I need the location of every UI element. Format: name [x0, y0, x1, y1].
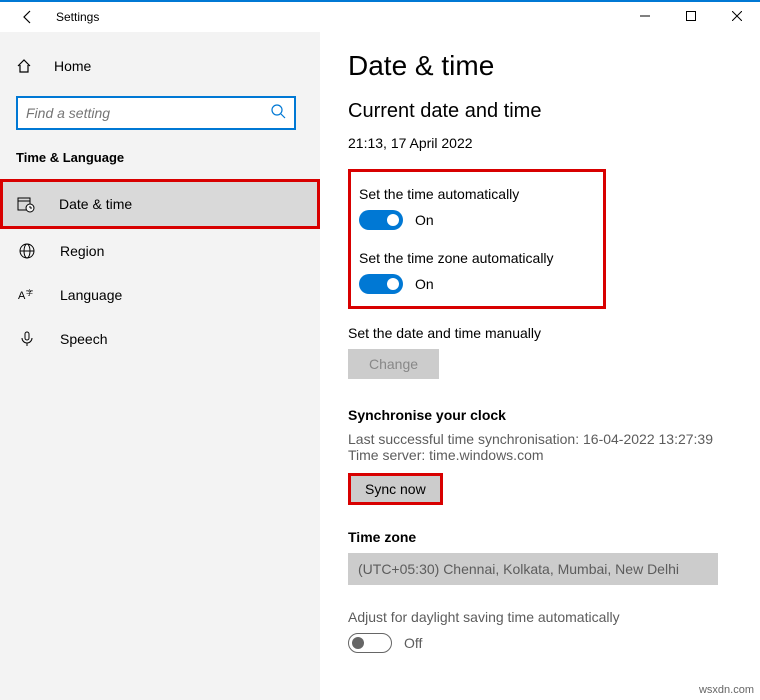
home-label: Home	[54, 58, 91, 74]
auto-zone-value: On	[415, 276, 434, 292]
current-datetime: 21:13, 17 April 2022	[348, 135, 732, 151]
close-button[interactable]	[714, 0, 760, 32]
nav-label: Date & time	[59, 196, 132, 212]
home-icon	[16, 58, 32, 74]
globe-icon	[16, 242, 38, 260]
sync-title: Synchronise your clock	[348, 407, 732, 423]
calendar-clock-icon	[15, 195, 37, 213]
dst-label: Adjust for daylight saving time automati…	[348, 609, 732, 625]
auto-settings-group: Set the time automatically On Set the ti…	[348, 169, 606, 309]
svg-text:A: A	[18, 290, 26, 302]
window-title: Settings	[56, 10, 99, 24]
auto-time-value: On	[415, 212, 434, 228]
microphone-icon	[16, 330, 38, 348]
main-content: Date & time Current date and time 21:13,…	[320, 32, 760, 700]
nav-label: Language	[60, 287, 122, 303]
time-server-text: Time server: time.windows.com	[348, 447, 732, 463]
dst-value: Off	[404, 635, 422, 651]
sidebar: Home Time & Language Date & time Region	[0, 32, 320, 700]
timezone-title: Time zone	[348, 529, 732, 545]
change-button: Change	[348, 349, 439, 379]
last-sync-text: Last successful time synchronisation: 16…	[348, 431, 732, 447]
manual-label: Set the date and time manually	[348, 325, 732, 341]
home-nav[interactable]: Home	[0, 48, 320, 84]
svg-text:字: 字	[26, 288, 33, 297]
search-box[interactable]	[16, 96, 296, 130]
watermark: wsxdn.com	[699, 684, 754, 696]
back-button[interactable]	[12, 1, 44, 33]
nav-region[interactable]: Region	[0, 229, 320, 273]
page-title: Date & time	[348, 50, 732, 82]
dst-toggle	[348, 633, 392, 653]
auto-zone-label: Set the time zone automatically	[359, 250, 589, 266]
nav-label: Region	[60, 243, 104, 259]
auto-time-label: Set the time automatically	[359, 186, 589, 202]
nav-speech[interactable]: Speech	[0, 317, 320, 361]
timezone-select: (UTC+05:30) Chennai, Kolkata, Mumbai, Ne…	[348, 553, 718, 585]
language-icon: A字	[16, 286, 38, 304]
minimize-button[interactable]	[622, 0, 668, 32]
nav-language[interactable]: A字 Language	[0, 273, 320, 317]
auto-zone-toggle[interactable]	[359, 274, 403, 294]
search-input[interactable]	[26, 105, 270, 121]
auto-time-toggle[interactable]	[359, 210, 403, 230]
subtitle: Current date and time	[348, 100, 732, 123]
nav-label: Speech	[60, 331, 107, 347]
category-heading: Time & Language	[0, 150, 320, 179]
search-icon	[270, 103, 286, 124]
nav-date-time[interactable]: Date & time	[0, 179, 320, 229]
sync-now-button[interactable]: Sync now	[348, 473, 443, 505]
maximize-button[interactable]	[668, 0, 714, 32]
